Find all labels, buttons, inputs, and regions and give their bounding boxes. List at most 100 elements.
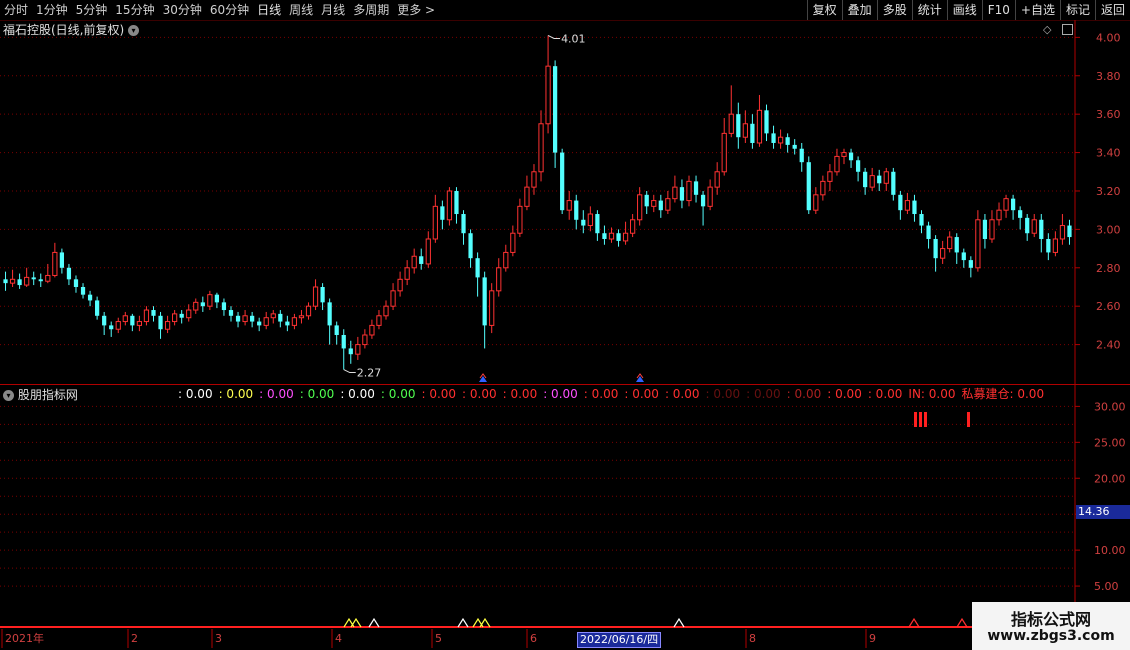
x-label-3: 4 [335,632,342,645]
x-label-1: 2 [131,632,138,645]
candle-body-75 [531,171,537,188]
candle-44 [312,279,319,311]
x-label-6: 8 [749,632,756,645]
tool-button-5[interactable]: F10 [981,0,1015,20]
candle-1 [9,269,16,287]
candle-127 [898,190,903,220]
candle-26 [186,304,192,322]
candle-65 [461,210,466,245]
period-tab-0[interactable]: 分时 [0,0,32,20]
y-tick-label-0: 4.00 [1096,31,1121,44]
candle-18 [130,313,135,332]
candle-body-66 [468,233,473,259]
tool-button-3[interactable]: 统计 [911,0,947,20]
candle-144 [1018,206,1023,230]
candle-body-48 [341,334,346,349]
candle-42 [298,310,305,324]
candle-13 [95,296,100,320]
tool-button-6[interactable]: +自选 [1014,0,1060,20]
candle-body-29 [207,294,213,307]
period-selector: 分时 1分钟 5分钟 15分钟 30分钟 60分钟 日线 周线 月线 多周期 更多 > [0,0,439,20]
candle-148 [1046,233,1051,261]
period-tab-6[interactable]: 日线 [253,0,285,20]
candle-body-125 [883,171,889,184]
candle-body-34 [242,315,248,323]
period-tab-3[interactable]: 15分钟 [111,0,158,20]
period-tab-10[interactable]: 更多 > [393,0,439,20]
x-label-0: 2021年 [5,631,44,645]
candle-47 [334,321,339,345]
candle-body-110 [777,136,784,144]
period-tab-5[interactable]: 60分钟 [206,0,253,20]
candle-body-101 [714,171,720,188]
expand-icon[interactable] [1062,24,1073,35]
period-tab-8[interactable]: 月线 [317,0,349,20]
tool-button-0[interactable]: 复权 [806,0,842,20]
candle-104 [736,102,741,149]
indicator-title: 股朋指标网 [17,388,78,402]
candle-body-145 [1025,217,1030,234]
candle-body-9 [66,267,72,280]
tool-button-4[interactable]: 画线 [946,0,982,20]
candle-body-38 [270,313,276,319]
candle-body-107 [756,109,763,144]
candle-body-77 [545,65,551,125]
chevron-down-icon[interactable]: ▾ [3,390,14,401]
period-tab-7[interactable]: 周线 [285,0,317,20]
candle-20 [143,306,150,326]
tool-button-8[interactable]: 返回 [1094,0,1130,20]
candle-body-61 [432,205,438,240]
candle-body-147 [1039,219,1044,239]
indicator-title-row: ▾ 股朋指标网 [3,387,78,403]
candle-body-23 [164,321,171,330]
candle-98 [693,175,699,203]
candle-68 [482,271,487,349]
candle-body-144 [1018,210,1023,218]
candle-body-11 [80,286,86,295]
diamond-icon[interactable]: ◇ [1043,23,1051,36]
period-tab-9[interactable]: 多周期 [349,0,393,20]
candle-73 [517,198,523,238]
candle-117 [827,164,833,191]
watermark-line2: www.zbgs3.com [987,628,1115,644]
indicator-value-4: : 0.00 [340,387,375,401]
candle-body-151 [1067,225,1072,238]
candle-body-20 [143,309,150,323]
candle-111 [785,133,790,153]
high-label: 4.01 [561,32,586,45]
candle-body-26 [186,309,192,319]
candle-body-5 [38,279,43,282]
high-pointer [547,34,561,39]
tool-button-7[interactable]: 标记 [1059,0,1095,20]
candle-110 [777,129,784,149]
candle-82 [581,210,586,234]
candle-113 [799,142,804,172]
y-tick-label-7: 2.60 [1096,300,1121,313]
indicator-value-3: : 0.00 [299,387,335,401]
candle-37 [263,311,269,330]
candle-63 [446,187,453,226]
period-tab-1[interactable]: 1分钟 [32,0,72,20]
candle-114 [806,156,811,215]
markers: 4.01 2.27 [343,32,970,628]
period-tab-4[interactable]: 30分钟 [159,0,206,20]
chevron-down-icon[interactable]: ▾ [128,25,140,36]
indicator-value-0: : 0.00 [178,387,213,401]
candle-body-76 [538,123,544,173]
candle-97 [686,175,692,207]
tool-button-2[interactable]: 多股 [876,0,912,20]
candle-body-72 [510,232,516,253]
candle-body-33 [235,315,241,322]
tool-button-1[interactable]: 叠加 [841,0,877,20]
candle-94 [665,190,671,215]
candle-body-7 [52,251,58,276]
period-tab-2[interactable]: 5分钟 [72,0,112,20]
candle-body-0 [3,279,8,284]
candle-140 [989,210,995,243]
candle-19 [136,315,143,332]
candle-24 [172,310,178,326]
candle-66 [468,229,473,268]
candle-102 [721,118,727,176]
indicator-value-5: : 0.00 [380,387,416,401]
candle-132 [933,235,938,272]
